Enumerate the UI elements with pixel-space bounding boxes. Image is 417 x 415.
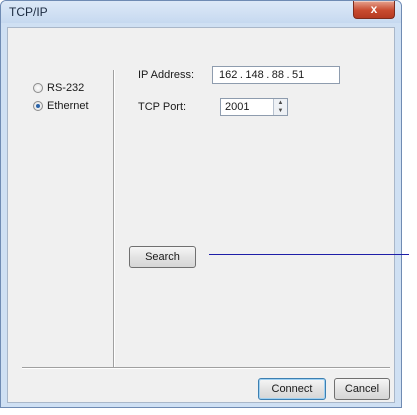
ip-dot: . <box>239 69 243 81</box>
tcpip-dialog: TCP/IP x RS-232 Ethernet IP Address: 162… <box>0 0 402 408</box>
ip-dot: . <box>266 69 270 81</box>
ip-octet-3[interactable]: 88 <box>272 69 284 81</box>
cancel-button[interactable]: Cancel <box>334 378 390 400</box>
connect-button[interactable]: Connect <box>258 378 326 400</box>
window-title: TCP/IP <box>9 5 48 19</box>
vertical-divider <box>113 70 114 367</box>
horizontal-divider <box>22 367 390 368</box>
connect-button-label: Connect <box>271 383 313 395</box>
ip-dot: . <box>286 69 290 81</box>
close-icon: x <box>370 2 378 16</box>
ip-address-field[interactable]: 162 . 148 . 88 . 51 <box>212 66 340 84</box>
title-bar[interactable]: TCP/IP x <box>1 1 401 23</box>
ip-octet-4[interactable]: 51 <box>292 69 304 81</box>
radio-rs232-label: RS-232 <box>47 82 85 94</box>
tcp-port-value[interactable]: 2001 <box>225 101 249 113</box>
callout-line <box>209 254 409 255</box>
dialog-body: RS-232 Ethernet IP Address: 162 . 148 . … <box>7 27 395 403</box>
search-button-label: Search <box>145 251 180 263</box>
spin-down-icon[interactable]: ▼ <box>274 107 287 115</box>
tcp-port-label: TCP Port: <box>138 101 187 113</box>
radio-rs232[interactable]: RS-232 <box>33 82 84 94</box>
spinner-buttons[interactable]: ▲ ▼ <box>273 99 287 115</box>
close-button[interactable]: x <box>353 1 395 19</box>
radio-ethernet-label: Ethernet <box>47 100 89 112</box>
ip-address-label: IP Address: <box>138 69 195 81</box>
radio-button-selected-icon[interactable] <box>33 101 43 111</box>
radio-button-icon[interactable] <box>33 83 43 93</box>
ip-octet-2[interactable]: 148 <box>245 69 263 81</box>
ip-octet-1[interactable]: 162 <box>219 69 237 81</box>
cancel-button-label: Cancel <box>344 383 380 395</box>
tcp-port-spinner[interactable]: 2001 ▲ ▼ <box>220 98 288 116</box>
search-button[interactable]: Search <box>129 246 196 268</box>
spin-up-icon[interactable]: ▲ <box>274 99 287 107</box>
radio-ethernet[interactable]: Ethernet <box>33 100 89 112</box>
